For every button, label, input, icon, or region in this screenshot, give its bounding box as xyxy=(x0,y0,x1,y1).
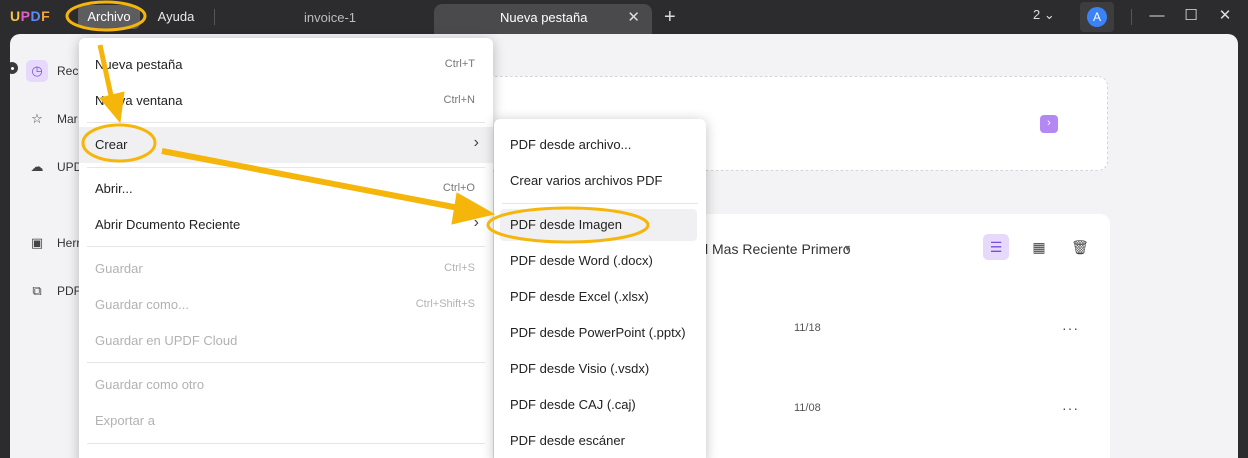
shortcut: Ctrl+O xyxy=(442,182,475,194)
menu-item-abrir-reciente[interactable]: Abrir Dcumento Reciente › xyxy=(79,207,493,243)
menu-separator xyxy=(87,246,485,247)
menu-archivo[interactable]: Archivo xyxy=(78,5,140,29)
menu-separator xyxy=(87,122,485,123)
sidebar-item-label: Herr xyxy=(57,236,81,250)
shortcut: Ctrl+T xyxy=(444,58,475,70)
window-count[interactable]: 2 ⌄ xyxy=(1033,7,1055,23)
trash-icon[interactable]: 🗑 xyxy=(1067,234,1093,260)
menu-item-guardar[interactable]: Guardar Ctrl+S xyxy=(79,251,493,287)
chevron-right-icon: › xyxy=(473,214,479,231)
file-date: 11/08 xyxy=(794,402,821,414)
more-options-icon[interactable]: ··· xyxy=(1062,320,1079,336)
sidebar-item-label: Mar xyxy=(57,112,78,126)
more-options-icon[interactable]: ··· xyxy=(1062,400,1079,416)
clock-icon: ◷ xyxy=(26,60,48,82)
menu-item-label: Nueva ventana xyxy=(95,93,183,108)
submenu-item-label: PDF desde Word (.docx) xyxy=(510,253,653,268)
submenu-item-label: PDF desde PowerPoint (.pptx) xyxy=(510,325,686,340)
cloud-icon: ☁ xyxy=(30,159,44,174)
divider xyxy=(1131,9,1132,25)
menu-ayuda[interactable]: Ayuda xyxy=(150,5,202,29)
close-tab-icon[interactable]: ✕ xyxy=(627,4,640,32)
menu-separator xyxy=(87,362,485,363)
sidebar: ◷ Reci ☆ Mar ☁ UPD ▣ Herr ⧉ PDF xyxy=(10,34,82,458)
maximize-icon[interactable]: ☐ xyxy=(1180,5,1202,27)
shortcut: Ctrl+N xyxy=(443,94,475,106)
menu-separator xyxy=(502,203,698,204)
sidebar-item-herramientas[interactable]: ▣ Herr xyxy=(26,232,86,256)
new-tab-plus-icon[interactable]: + xyxy=(664,4,676,30)
menu-item-exportar[interactable]: Exportar a xyxy=(79,403,493,439)
star-icon: ☆ xyxy=(31,111,43,126)
menu-item-label: Exportar a xyxy=(95,413,155,428)
avatar-button[interactable]: A xyxy=(1080,2,1114,32)
submenu-item-pdf-desde-excel[interactable]: PDF desde Excel (.xlsx) xyxy=(500,281,697,313)
sidebar-item-recientes[interactable]: ◷ Reci xyxy=(26,60,86,84)
updf-logo: UPDF xyxy=(10,8,51,24)
chevron-right-icon[interactable]: › xyxy=(1040,115,1058,133)
sidebar-item-pdf[interactable]: ⧉ PDF xyxy=(26,280,86,304)
menu-item-nueva-ventana[interactable]: Nueva ventana Ctrl+N xyxy=(79,83,493,119)
submenu-item-label: PDF desde CAJ (.caj) xyxy=(510,397,636,412)
submenu-item-label: PDF desde archivo... xyxy=(510,137,632,152)
submenu-item-pdf-desde-imagen[interactable]: PDF desde Imagen xyxy=(500,209,697,241)
divider xyxy=(214,9,215,25)
toolbox-icon: ▣ xyxy=(30,235,44,250)
submenu-item-pdf-desde-visio[interactable]: PDF desde Visio (.vsdx) xyxy=(500,353,697,385)
submenu-item-pdf-desde-powerpoint[interactable]: PDF desde PowerPoint (.pptx) xyxy=(500,317,697,349)
submenu-item-pdf-desde-word[interactable]: PDF desde Word (.docx) xyxy=(500,245,697,277)
menu-item-crear[interactable]: Crear › xyxy=(79,127,493,163)
menu-item-label: Abrir... xyxy=(95,181,133,196)
menu-item-guardar-como[interactable]: Guardar como... Ctrl+Shift+S xyxy=(79,287,493,323)
grid-view-icon[interactable]: ▦ xyxy=(1026,234,1052,260)
tab-nueva-pestana[interactable]: Nueva pestaña ✕ xyxy=(434,4,652,34)
submenu-item-pdf-desde-caj[interactable]: PDF desde CAJ (.caj) xyxy=(500,389,697,421)
minimize-icon[interactable]: — xyxy=(1146,5,1168,27)
submenu-item-label: Crear varios archivos PDF xyxy=(510,173,663,188)
submenu-item-label: PDF desde escáner xyxy=(510,433,625,448)
menu-item-nueva-pestana[interactable]: Nueva pestaña Ctrl+T xyxy=(79,47,493,83)
menu-item-label: Guardar como... xyxy=(95,297,189,312)
crear-submenu: PDF desde archivo... Crear varios archiv… xyxy=(494,119,706,458)
submenu-item-pdf-desde-archivo[interactable]: PDF desde archivo... xyxy=(500,129,697,161)
submenu-item-pdf-desde-escaner[interactable]: PDF desde escáner xyxy=(500,425,697,457)
caret-down-icon[interactable]: ▼ xyxy=(843,243,852,253)
menu-item-guardar-cloud[interactable]: Guardar en UPDF Cloud xyxy=(79,323,493,359)
shortcut: Ctrl+Shift+S xyxy=(415,298,475,310)
file-date: 11/18 xyxy=(794,322,821,334)
sidebar-item-updf-cloud[interactable]: ☁ UPD xyxy=(26,156,86,180)
archivo-menu: Nueva pestaña Ctrl+T Nueva ventana Ctrl+… xyxy=(79,38,493,458)
title-bar: UPDF Archivo Ayuda invoice-1 Nueva pesta… xyxy=(0,0,1248,34)
submenu-item-label: PDF desde Imagen xyxy=(510,217,623,232)
menu-item-abrir[interactable]: Abrir... Ctrl+O xyxy=(79,171,493,207)
menu-item-label: Guardar como otro xyxy=(95,377,205,392)
menu-item-label: Guardar xyxy=(95,261,143,276)
menu-item-label: Abrir Dcumento Reciente xyxy=(95,217,241,232)
shortcut: Ctrl+S xyxy=(444,262,475,274)
window-count-value: 2 xyxy=(1033,7,1041,22)
submenu-item-label: PDF desde Excel (.xlsx) xyxy=(510,289,649,304)
submenu-item-label: PDF desde Visio (.vsdx) xyxy=(510,361,650,376)
list-view-icon[interactable]: ☰ xyxy=(983,234,1009,260)
sidebar-item-label: Reci xyxy=(57,64,82,78)
menu-item-label: Crear xyxy=(95,137,128,152)
copy-icon: ⧉ xyxy=(32,283,42,298)
menu-separator xyxy=(87,167,485,168)
menu-item-label: Nueva pestaña xyxy=(95,57,183,72)
tab-invoice-1[interactable]: invoice-1 xyxy=(240,4,420,34)
sort-dropdown[interactable]: l Mas Reciente Primero xyxy=(705,241,851,257)
chevron-down-icon: ⌄ xyxy=(1043,7,1055,22)
menu-item-label: Guardar en UPDF Cloud xyxy=(95,333,238,348)
menu-separator xyxy=(87,443,485,444)
sidebar-item-label: PDF xyxy=(57,284,81,298)
submenu-item-crear-varios[interactable]: Crear varios archivos PDF xyxy=(500,165,697,197)
tab-label: Nueva pestaña xyxy=(500,10,588,25)
avatar: A xyxy=(1087,7,1107,27)
chevron-right-icon: › xyxy=(473,134,479,151)
close-window-icon[interactable]: ✕ xyxy=(1214,5,1236,27)
sidebar-item-marcados[interactable]: ☆ Mar xyxy=(26,108,86,132)
menu-item-guardar-como-otro[interactable]: Guardar como otro xyxy=(79,367,493,403)
